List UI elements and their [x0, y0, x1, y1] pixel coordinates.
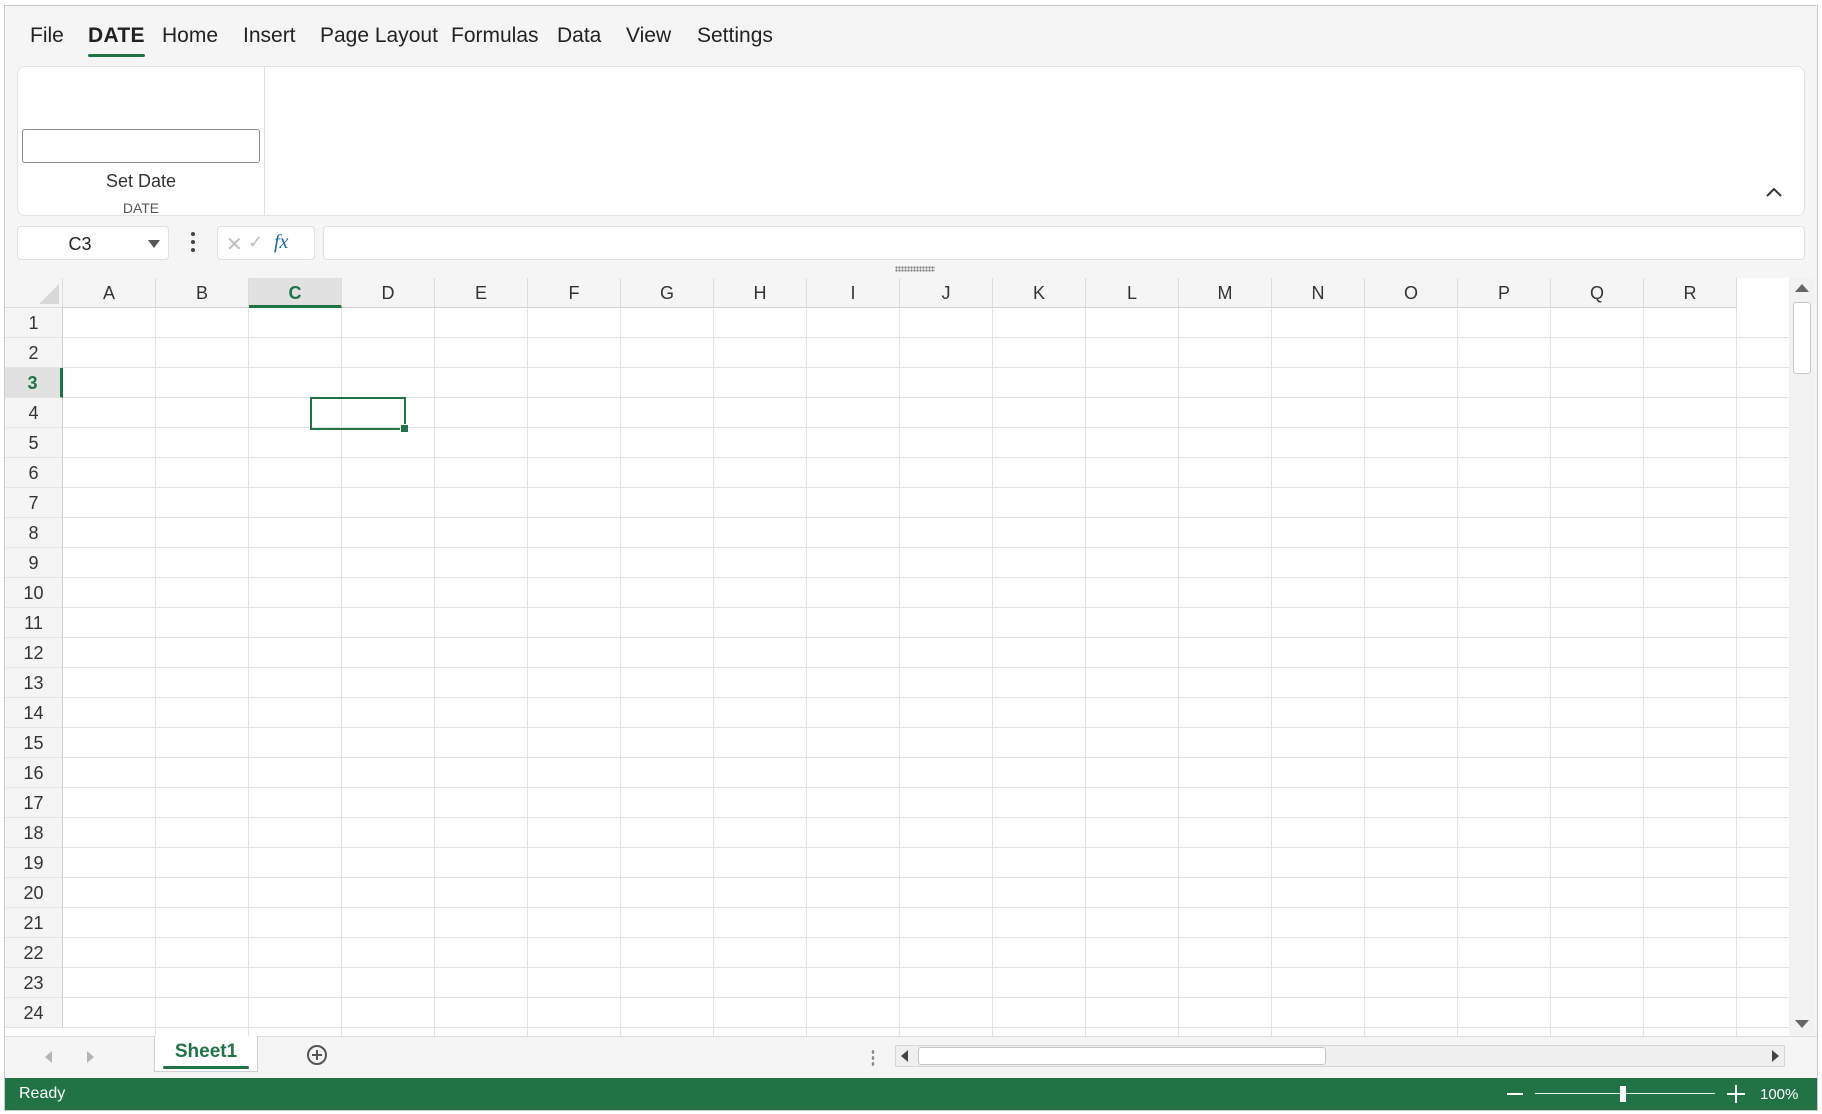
- column-header-f[interactable]: F: [528, 278, 621, 308]
- column-header-o[interactable]: O: [1365, 278, 1458, 308]
- vertical-scroll-thumb[interactable]: [1793, 302, 1811, 374]
- sheet-tab-bar: Sheet1: [5, 1036, 1817, 1076]
- row-header-23[interactable]: 23: [5, 968, 63, 998]
- row-header-12[interactable]: 12: [5, 638, 63, 668]
- menu-page-layout[interactable]: Page Layout: [320, 24, 438, 48]
- row-header-4[interactable]: 4: [5, 398, 63, 428]
- date-input[interactable]: [22, 129, 260, 163]
- active-cell[interactable]: [310, 397, 409, 433]
- row-header-24[interactable]: 24: [5, 998, 63, 1028]
- scroll-left-icon[interactable]: [901, 1050, 908, 1062]
- zoom-out-icon[interactable]: [1507, 1093, 1523, 1095]
- row-header-10[interactable]: 10: [5, 578, 63, 608]
- row-header-22[interactable]: 22: [5, 938, 63, 968]
- menu-home[interactable]: Home: [162, 24, 218, 48]
- menu-view[interactable]: View: [626, 24, 671, 48]
- column-header-k[interactable]: K: [993, 278, 1086, 308]
- row-header-15[interactable]: 15: [5, 728, 63, 758]
- row-header-20[interactable]: 20: [5, 878, 63, 908]
- column-header-g[interactable]: G: [621, 278, 714, 308]
- menu-data[interactable]: Data: [557, 24, 601, 48]
- row-header-18[interactable]: 18: [5, 818, 63, 848]
- row-header-2[interactable]: 2: [5, 338, 63, 368]
- next-sheet-icon[interactable]: [87, 1051, 94, 1063]
- more-options-icon[interactable]: [187, 232, 199, 256]
- fx-icon[interactable]: fx: [274, 231, 288, 254]
- spreadsheet-grid: ABCDEFGHIJKLMNOPQR 1 2 3 4 5 6 7 8 9 10 11 12 13 14 15…: [5, 278, 1789, 1036]
- cell-grid[interactable]: [63, 308, 1789, 1036]
- column-header-r[interactable]: R: [1644, 278, 1737, 308]
- chevron-up-icon[interactable]: [1762, 181, 1786, 205]
- row-header-19[interactable]: 19: [5, 848, 63, 878]
- column-header-d[interactable]: D: [342, 278, 435, 308]
- column-header-i[interactable]: I: [807, 278, 900, 308]
- zoom-level[interactable]: 100%: [1760, 1086, 1798, 1103]
- formula-input[interactable]: [323, 226, 1805, 260]
- status-text: Ready: [19, 1085, 66, 1102]
- row-header-13[interactable]: 13: [5, 668, 63, 698]
- column-headers: ABCDEFGHIJKLMNOPQR: [63, 278, 1737, 308]
- previous-sheet-icon[interactable]: [45, 1051, 52, 1063]
- scroll-up-icon[interactable]: [1795, 284, 1809, 292]
- horizontal-scroll-thumb[interactable]: [918, 1047, 1326, 1065]
- row-header-9[interactable]: 9: [5, 548, 63, 578]
- ribbon-group-date: Set Date DATE: [18, 67, 265, 216]
- scroll-right-icon[interactable]: [1772, 1050, 1779, 1062]
- spreadsheet-app: File DATE Home Insert Page Layout Formul…: [4, 5, 1818, 1111]
- column-header-c[interactable]: C: [249, 278, 342, 308]
- column-header-a[interactable]: A: [63, 278, 156, 308]
- add-sheet-icon[interactable]: [307, 1045, 327, 1065]
- vertical-scrollbar[interactable]: [1789, 278, 1815, 1036]
- row-header-16[interactable]: 16: [5, 758, 63, 788]
- column-header-j[interactable]: J: [900, 278, 993, 308]
- row-header-1[interactable]: 1: [5, 308, 63, 338]
- zoom-in-icon[interactable]: [1727, 1085, 1745, 1103]
- status-bar: Ready 100%: [5, 1078, 1817, 1110]
- column-header-n[interactable]: N: [1272, 278, 1365, 308]
- name-box[interactable]: C3: [17, 226, 169, 260]
- formula-actions: ✕ ✓ fx: [217, 226, 315, 260]
- column-header-h[interactable]: H: [714, 278, 807, 308]
- sheet-tab-sheet1[interactable]: Sheet1: [154, 1036, 258, 1072]
- select-all-corner[interactable]: [5, 278, 63, 308]
- row-header-3[interactable]: 3: [5, 368, 63, 398]
- column-header-l[interactable]: L: [1086, 278, 1179, 308]
- ribbon: Set Date DATE: [17, 66, 1805, 216]
- menu-date[interactable]: DATE: [88, 24, 145, 57]
- column-header-p[interactable]: P: [1458, 278, 1551, 308]
- row-header-21[interactable]: 21: [5, 908, 63, 938]
- zoom-slider-thumb[interactable]: [1620, 1086, 1626, 1102]
- row-header-8[interactable]: 8: [5, 518, 63, 548]
- fill-handle[interactable]: [400, 424, 409, 433]
- row-headers: 1 2 3 4 5 6 7 8 9 10 11 12 13 14 15 16 17 18 19 20 21 22 23 24: [5, 308, 63, 1028]
- cancel-icon[interactable]: ✕: [226, 232, 243, 257]
- menu-settings[interactable]: Settings: [697, 24, 773, 48]
- horizontal-scrollbar[interactable]: [895, 1045, 1785, 1067]
- column-header-m[interactable]: M: [1179, 278, 1272, 308]
- menu-insert[interactable]: Insert: [243, 24, 296, 48]
- scroll-down-icon[interactable]: [1795, 1020, 1809, 1028]
- name-box-value: C3: [68, 234, 92, 254]
- menu-file[interactable]: File: [30, 24, 64, 48]
- row-header-7[interactable]: 7: [5, 488, 63, 518]
- row-header-17[interactable]: 17: [5, 788, 63, 818]
- row-header-11[interactable]: 11: [5, 608, 63, 638]
- chevron-down-icon[interactable]: [148, 240, 160, 248]
- row-header-14[interactable]: 14: [5, 698, 63, 728]
- formula-bar-resize-handle[interactable]: [895, 266, 935, 272]
- row-header-6[interactable]: 6: [5, 458, 63, 488]
- set-date-label[interactable]: Set Date: [18, 171, 264, 192]
- column-header-q[interactable]: Q: [1551, 278, 1644, 308]
- menu-bar: File DATE Home Insert Page Layout Formul…: [5, 6, 1817, 62]
- column-header-e[interactable]: E: [435, 278, 528, 308]
- check-icon[interactable]: ✓: [248, 232, 263, 253]
- column-header-b[interactable]: B: [156, 278, 249, 308]
- menu-formulas[interactable]: Formulas: [451, 24, 539, 48]
- ribbon-group-label: DATE: [122, 200, 160, 216]
- tab-split-handle[interactable]: [871, 1049, 875, 1067]
- row-header-5[interactable]: 5: [5, 428, 63, 458]
